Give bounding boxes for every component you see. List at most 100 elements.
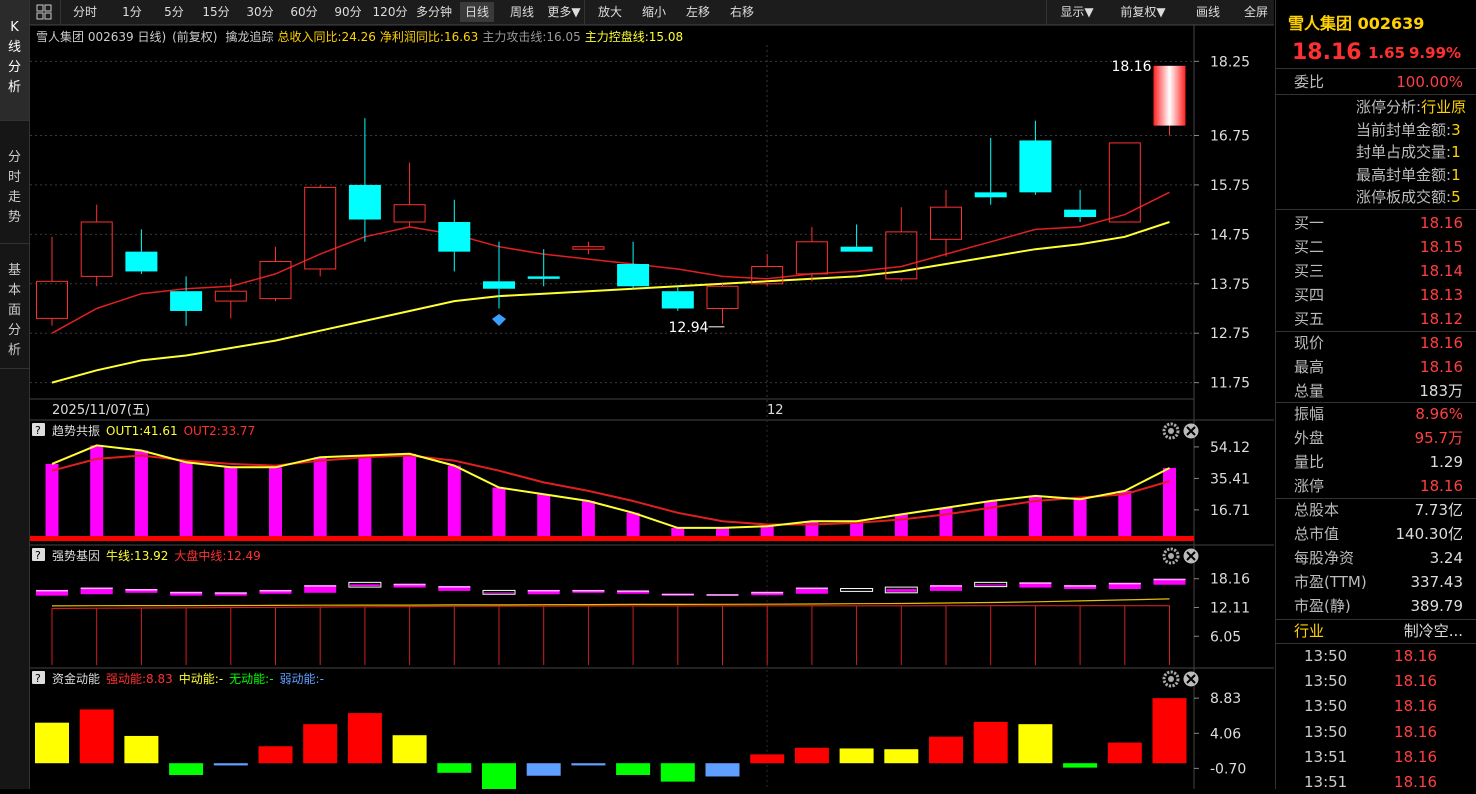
gene-box-top bbox=[706, 594, 739, 596]
bid-row[interactable]: 买三 18.14 bbox=[1276, 259, 1476, 283]
energy-bar bbox=[258, 746, 293, 764]
quote-row[interactable]: 振幅 8.96% bbox=[1276, 402, 1476, 426]
fund-label: 每股净资 bbox=[1294, 549, 1355, 567]
tab-intraday-trend[interactable]: 分时走势 bbox=[0, 122, 29, 244]
energy-bar bbox=[1063, 763, 1098, 768]
tick-row: 13:51 18.16 bbox=[1276, 745, 1476, 769]
period-0[interactable]: 分时 bbox=[64, 2, 106, 22]
low-price-label: 12.94 bbox=[669, 320, 709, 336]
action-3[interactable]: 右移 bbox=[722, 2, 762, 22]
tab-fundamental-analysis[interactable]: 基本面分析 bbox=[0, 245, 29, 369]
action-0[interactable]: 放大 bbox=[590, 2, 630, 22]
fund-row[interactable]: 总股本 7.73亿 bbox=[1276, 498, 1476, 522]
nav-char: 基 bbox=[7, 263, 21, 278]
chart-title-stock: 雪人集团 002639 日线) bbox=[36, 29, 166, 44]
candle-body bbox=[1064, 209, 1097, 218]
energy-bar bbox=[1152, 698, 1187, 764]
bid-row[interactable]: 买二 18.15 bbox=[1276, 235, 1476, 259]
period-8[interactable]: 多分钟 bbox=[414, 2, 454, 22]
limit-info-label: 最高封单金额: bbox=[1356, 165, 1452, 184]
bid-value: 18.14 bbox=[1420, 262, 1463, 280]
trend-bar bbox=[1073, 499, 1087, 538]
quote-row[interactable]: 现价 18.16 bbox=[1276, 331, 1476, 355]
period-7[interactable]: 120分 bbox=[370, 2, 410, 22]
quote-row[interactable]: 量比 1.29 bbox=[1276, 450, 1476, 474]
fund-row[interactable]: 市盈(TTM) 337.43 bbox=[1276, 570, 1476, 594]
chart-toolbar: 分时 1分 5分 15分 30分 60分 90分 120分 多分钟 日线 周线 更多▼ 放大 缩小 左移右… bbox=[30, 0, 1274, 25]
trend-bar bbox=[134, 450, 148, 538]
energy-bar bbox=[750, 754, 785, 764]
y-tick-label: 35.41 bbox=[1210, 471, 1250, 487]
chart-area: 18.25 16.75 15.75 14.75 13.75 12.75 11.75 2025/… bbox=[30, 24, 1274, 789]
bid-row[interactable]: 买五 18.12 bbox=[1276, 307, 1476, 331]
mid-energy-label: 中动能:- bbox=[179, 671, 223, 686]
tab-kline-analysis[interactable]: K线分析 bbox=[0, 0, 29, 121]
toolbar-right-2[interactable]: 画线 bbox=[1188, 2, 1228, 22]
y-tick-label: 6.05 bbox=[1210, 629, 1241, 645]
gene-box-top bbox=[1019, 582, 1052, 584]
out1-label: OUT1:41.61 bbox=[106, 424, 178, 438]
gene-box-top bbox=[214, 592, 247, 594]
candle-body bbox=[974, 192, 1007, 198]
toolbar-right-0[interactable]: 显示▼ bbox=[1052, 2, 1102, 22]
price-change-pct: 9.99% bbox=[1409, 44, 1462, 62]
period-4[interactable]: 30分 bbox=[242, 2, 278, 22]
energy-bar bbox=[437, 763, 472, 773]
candle-body bbox=[1019, 140, 1052, 193]
help-icon-glyph: ? bbox=[35, 672, 41, 685]
quote-row[interactable]: 涨停 18.16 bbox=[1276, 474, 1476, 498]
action-2[interactable]: 左移 bbox=[678, 2, 718, 22]
revenue-yoy-label: 总收入同比:24.26 bbox=[278, 30, 376, 44]
period-9[interactable]: 日线 bbox=[460, 2, 494, 22]
gene-box bbox=[349, 584, 380, 587]
quote-value: 95.7万 bbox=[1414, 429, 1463, 447]
tick-time: 13:51 bbox=[1304, 747, 1348, 766]
y-tick-label: 12.75 bbox=[1210, 326, 1250, 342]
toolbar-right-1[interactable]: 前复权▼ bbox=[1108, 2, 1178, 22]
bid-row[interactable]: 买四 18.13 bbox=[1276, 283, 1476, 307]
gene-box-top bbox=[438, 586, 471, 588]
nav-char: K bbox=[10, 20, 19, 35]
quote-label: 量比 bbox=[1294, 453, 1325, 471]
fund-row[interactable]: 市盈(静) 389.79 bbox=[1276, 594, 1476, 618]
bid-label: 买三 bbox=[1294, 262, 1325, 280]
industry-row[interactable]: 行业 制冷空... bbox=[1276, 619, 1476, 643]
gene-box-top bbox=[125, 589, 158, 591]
nav-char: 走 bbox=[7, 190, 21, 205]
grid-icon[interactable] bbox=[34, 2, 54, 22]
quote-row[interactable]: 外盘 95.7万 bbox=[1276, 426, 1476, 450]
fund-row[interactable]: 总市值 140.30亿 bbox=[1276, 522, 1476, 546]
quote-label: 涨停 bbox=[1294, 477, 1325, 495]
bid-row[interactable]: 买一 18.16 bbox=[1276, 211, 1476, 235]
gene-box-top bbox=[795, 587, 828, 590]
quote-row[interactable]: 最高 18.16 bbox=[1276, 355, 1476, 379]
gene-box bbox=[484, 592, 514, 594]
period-10[interactable]: 周线 bbox=[504, 2, 540, 22]
period-2[interactable]: 5分 bbox=[156, 2, 192, 22]
weibi-row: 委比 100.00% bbox=[1276, 70, 1476, 94]
period-1[interactable]: 1分 bbox=[116, 2, 148, 22]
y-tick-label: 54.12 bbox=[1210, 440, 1250, 456]
toolbar-right-3[interactable]: 全屏 bbox=[1236, 2, 1276, 22]
nav-char: 析 bbox=[7, 80, 21, 95]
chart-canvas[interactable]: 18.25 16.75 15.75 14.75 13.75 12.75 11.75 2025/… bbox=[30, 24, 1274, 789]
market-line-label: 大盘中线:12.49 bbox=[174, 548, 260, 563]
panel-title: 趋势共振 OUT1:41.61 OUT2:33.77 bbox=[52, 424, 255, 438]
tick-row: 13:50 18.16 bbox=[1276, 720, 1476, 744]
period-6[interactable]: 90分 bbox=[330, 2, 366, 22]
trend-bar bbox=[1118, 490, 1132, 538]
main-chart-title: 雪人集团 002639 日线) (前复权) 擒龙追踪 总收入同比:24.26 净利润同比… bbox=[36, 29, 683, 44]
action-1[interactable]: 缩小 bbox=[634, 2, 674, 22]
period-11[interactable]: 更多▼ bbox=[544, 2, 584, 22]
y-tick-label: 15.75 bbox=[1210, 178, 1250, 194]
period-3[interactable]: 15分 bbox=[198, 2, 234, 22]
gene-box-top bbox=[36, 589, 68, 592]
fund-label: 市盈(静) bbox=[1294, 597, 1351, 615]
limit-info-line: 封单占成交量:1 bbox=[1356, 141, 1476, 163]
energy-bar bbox=[616, 763, 651, 775]
period-5[interactable]: 60分 bbox=[286, 2, 322, 22]
y-tick-label: 18.25 bbox=[1210, 54, 1250, 70]
quote-row[interactable]: 总量 183万 bbox=[1276, 379, 1476, 403]
fund-row[interactable]: 每股净资 3.24 bbox=[1276, 546, 1476, 570]
tick-time: 13:50 bbox=[1304, 647, 1348, 665]
